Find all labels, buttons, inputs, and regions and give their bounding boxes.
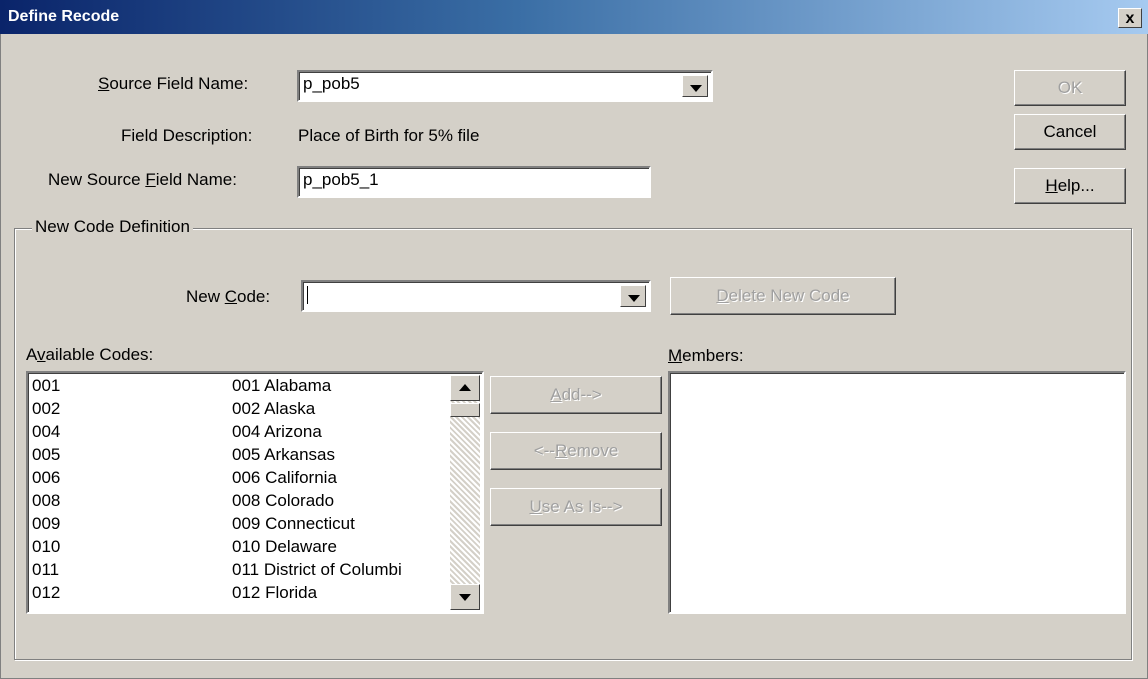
list-item[interactable]: 005 005 Arkansas: [32, 444, 452, 466]
title-bar[interactable]: Define Recode x: [0, 0, 1148, 34]
vertical-scrollbar[interactable]: [450, 375, 480, 610]
use-as-is-button[interactable]: Use As Is-->: [490, 488, 662, 526]
source-field-combo[interactable]: p_pob5: [297, 70, 713, 102]
text-cursor: [307, 285, 308, 304]
list-item[interactable]: 002 002 Alaska: [32, 398, 452, 420]
source-field-label: Source Field Name:: [98, 74, 249, 93]
members-list[interactable]: [668, 371, 1126, 614]
new-source-field-label: New Source Field Name:: [48, 170, 237, 189]
list-item[interactable]: 006 006 California: [32, 467, 452, 489]
scroll-down-icon[interactable]: [450, 584, 480, 610]
scroll-thumb[interactable]: [450, 403, 480, 417]
help-button[interactable]: Help...: [1014, 168, 1126, 204]
available-codes-label: Available Codes:: [26, 345, 154, 364]
add-button[interactable]: Add-->: [490, 376, 662, 414]
new-source-field-value: p_pob5_1: [303, 170, 379, 189]
chevron-down-icon[interactable]: [620, 285, 646, 307]
list-item[interactable]: 012 012 Florida: [32, 582, 452, 604]
list-item[interactable]: 004 004 Arizona: [32, 421, 452, 443]
field-description-value: Place of Birth for 5% file: [298, 126, 480, 145]
list-item[interactable]: 009 009 Connecticut: [32, 513, 452, 535]
members-label: Members:: [668, 346, 744, 365]
delete-new-code-button[interactable]: Delete New Code: [670, 277, 896, 315]
new-code-definition-title: New Code Definition: [32, 217, 193, 237]
available-codes-list[interactable]: 001 001 Alabama 002 002 Alaska 004 004 Ariz…: [26, 371, 484, 614]
scroll-up-icon[interactable]: [450, 375, 480, 401]
new-source-field-input[interactable]: p_pob5_1: [297, 166, 651, 198]
source-field-value: p_pob5: [303, 74, 360, 93]
list-item[interactable]: 008 008 Colorado: [32, 490, 452, 512]
ok-button[interactable]: OK: [1014, 70, 1126, 106]
field-description-label: Field Description:: [121, 126, 253, 145]
remove-button[interactable]: <--Remove: [490, 432, 662, 470]
chevron-down-icon[interactable]: [682, 75, 708, 97]
close-button[interactable]: x: [1118, 8, 1142, 28]
new-code-combo[interactable]: [301, 280, 651, 312]
list-item[interactable]: 011 011 District of Columbi: [32, 559, 452, 581]
new-code-label: New Code:: [186, 287, 271, 306]
list-item[interactable]: 001 001 Alabama: [32, 375, 452, 397]
cancel-button[interactable]: Cancel: [1014, 114, 1126, 150]
list-item[interactable]: 010 010 Delaware: [32, 536, 452, 558]
window-title: Define Recode: [8, 8, 120, 25]
